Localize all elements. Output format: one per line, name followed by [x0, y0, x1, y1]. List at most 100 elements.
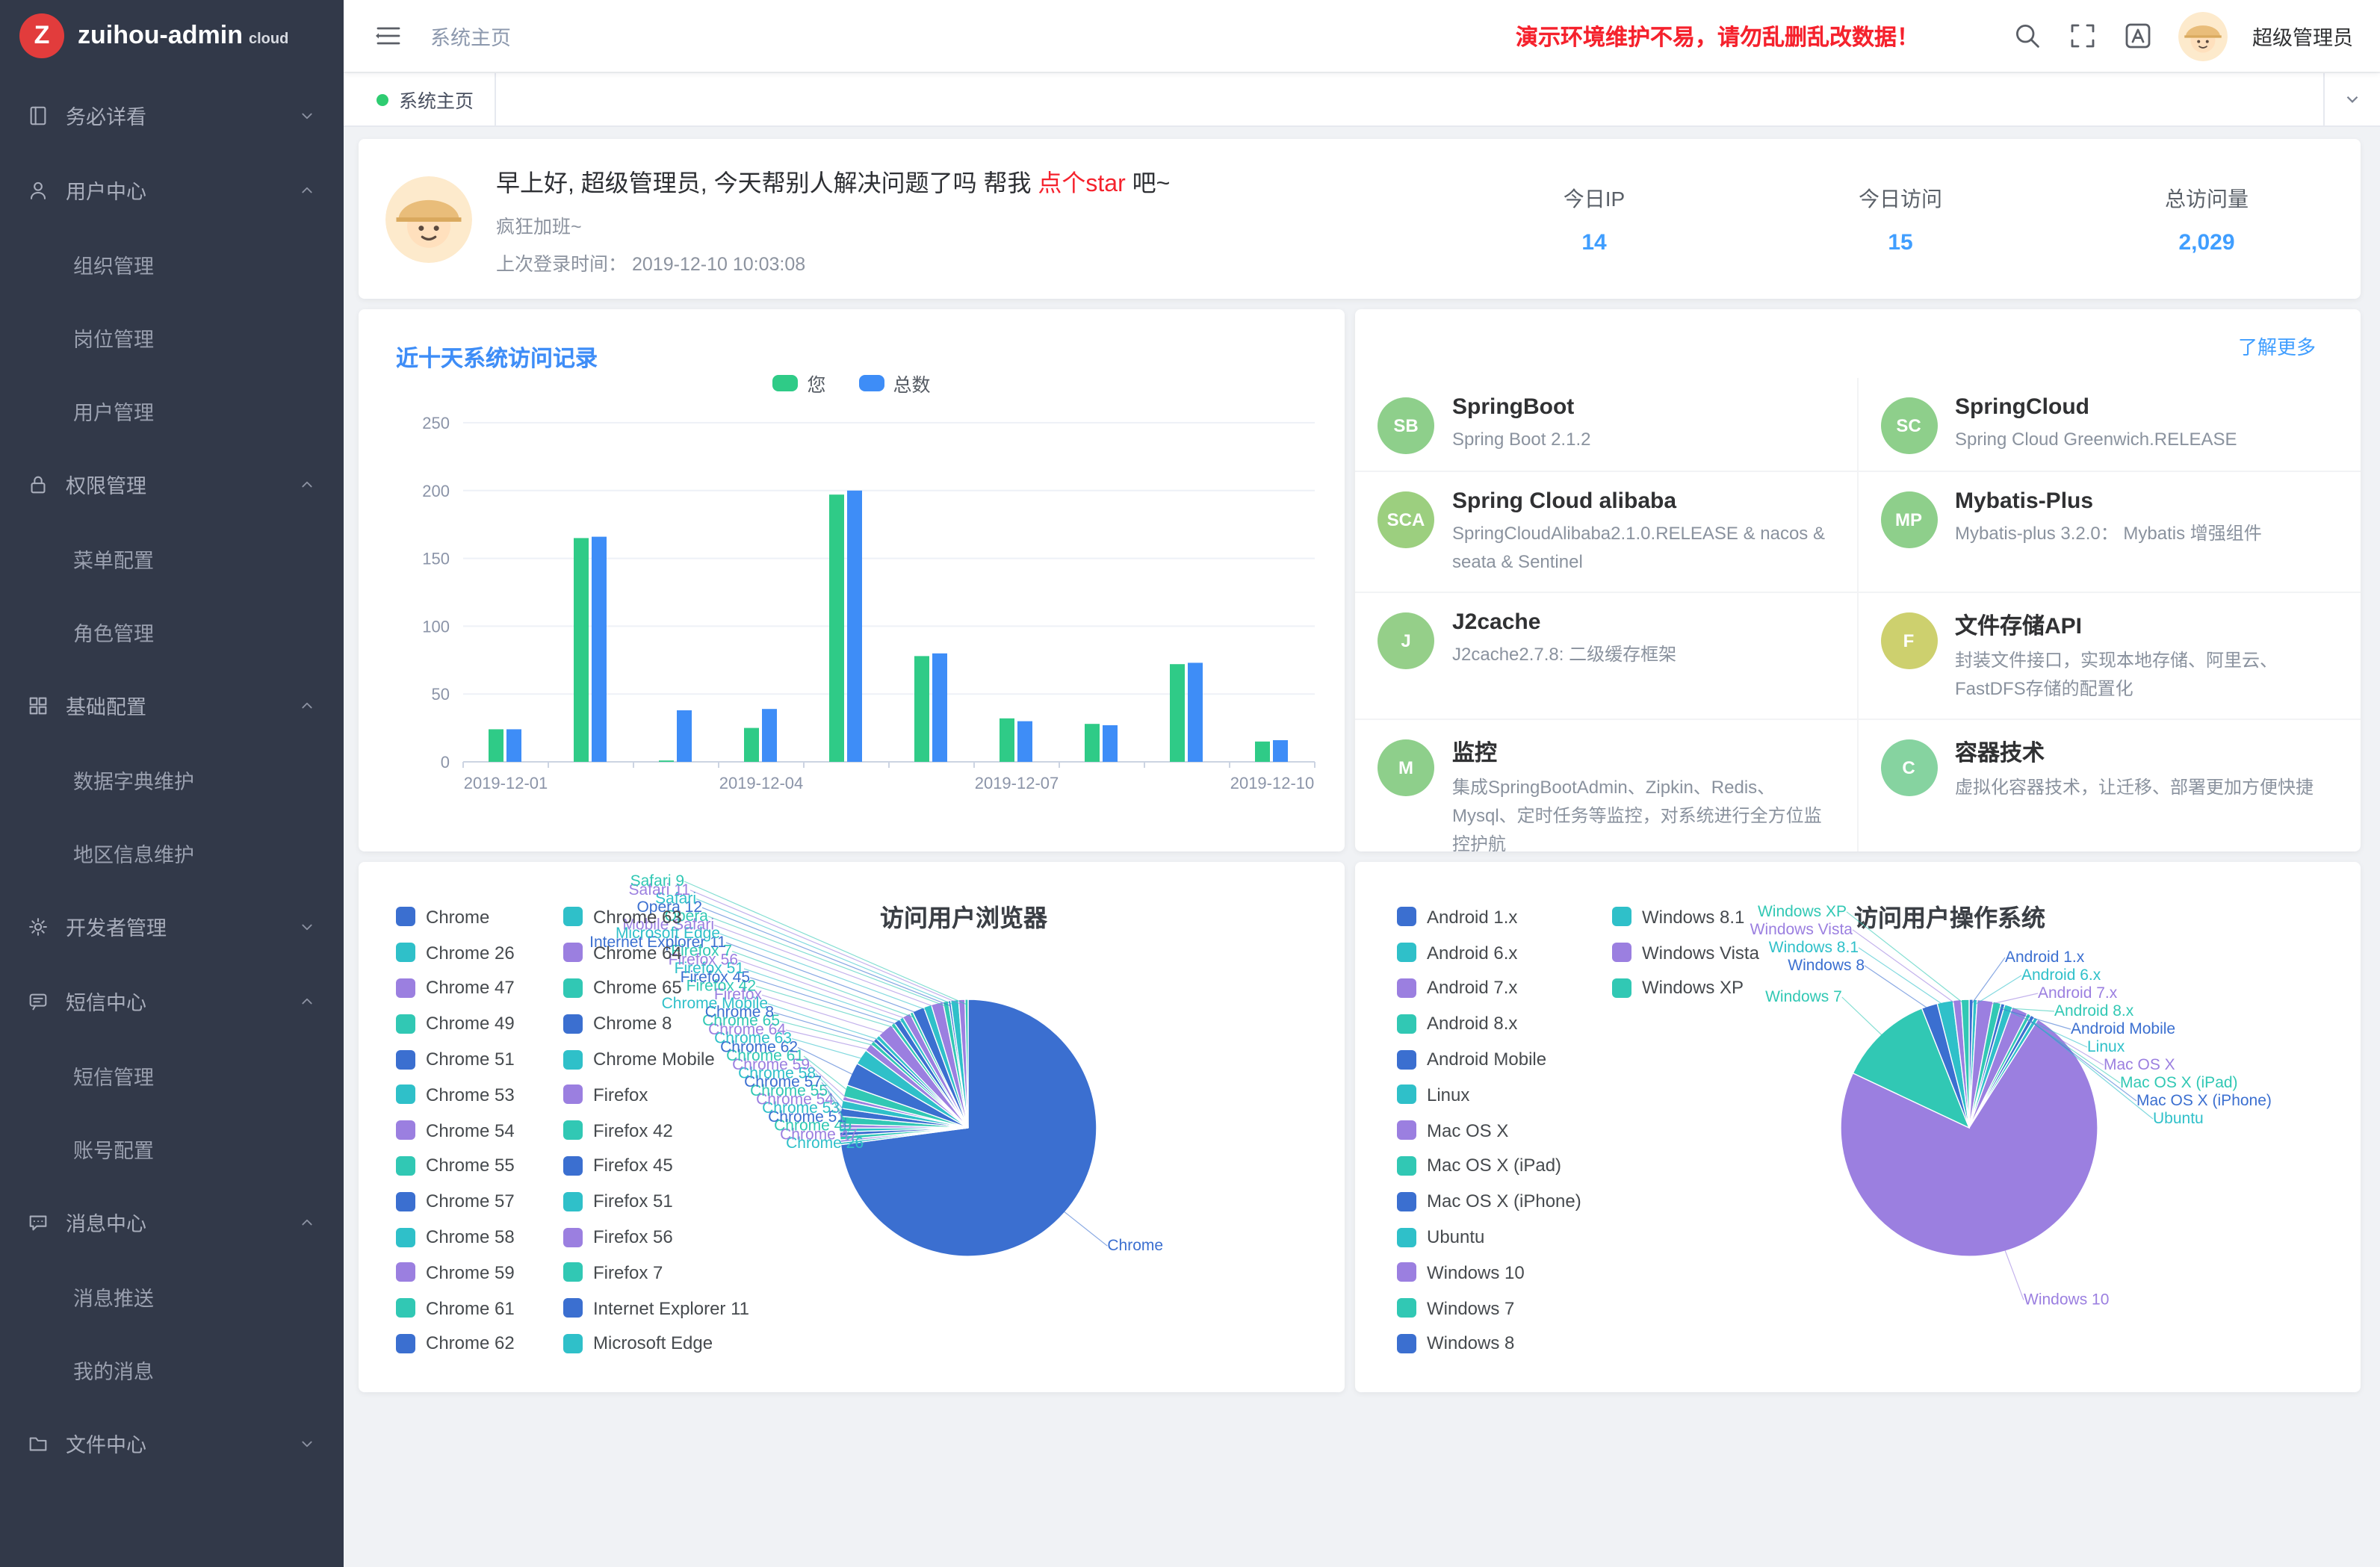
- sidebar-subitem[interactable]: 地区信息维护: [0, 816, 344, 889]
- search-icon[interactable]: [2012, 21, 2042, 51]
- legend-item[interactable]: Windows Vista: [1612, 935, 1827, 971]
- legend-item[interactable]: Firefox 7: [563, 1255, 731, 1291]
- legend-item[interactable]: Windows 10: [1397, 1255, 1612, 1291]
- bar-总数[interactable]: [932, 654, 947, 762]
- bar-总数[interactable]: [677, 710, 692, 762]
- tab-home[interactable]: 系统主页: [356, 73, 495, 125]
- legend-item[interactable]: Chrome 49: [396, 1006, 563, 1042]
- learn-more-link[interactable]: 了解更多: [2238, 332, 2316, 360]
- sidebar-subitem[interactable]: 菜单配置: [0, 521, 344, 595]
- sidebar-item-message-center[interactable]: 消息中心: [0, 1185, 344, 1259]
- sidebar-subitem[interactable]: 角色管理: [0, 595, 344, 668]
- legend-item[interactable]: Microsoft Edge: [563, 1326, 731, 1362]
- legend-item[interactable]: Chrome 63: [563, 899, 731, 935]
- legend-item[interactable]: Firefox 56: [563, 1219, 731, 1255]
- legend-item[interactable]: Windows 8: [1397, 1326, 1612, 1362]
- bar-总数[interactable]: [1273, 740, 1288, 762]
- bar-您[interactable]: [1085, 724, 1100, 762]
- sidebar-subitem[interactable]: 消息推送: [0, 1259, 344, 1332]
- tech-item-mp[interactable]: MPMybatis-PlusMybatis-plus 3.2.0： Mybati…: [1858, 472, 2361, 593]
- star-link[interactable]: 点个star: [1038, 171, 1125, 196]
- legend-item[interactable]: Windows 7: [1397, 1291, 1612, 1326]
- legend-item[interactable]: Chrome 55: [396, 1148, 563, 1184]
- tech-item-sca[interactable]: SCASpring Cloud alibabaSpringCloudAlibab…: [1355, 472, 1858, 593]
- bar-您[interactable]: [744, 728, 759, 762]
- legend-item[interactable]: Chrome 47: [396, 970, 563, 1006]
- legend-item[interactable]: Chrome 59: [396, 1255, 563, 1291]
- legend-item[interactable]: Chrome 57: [396, 1184, 563, 1220]
- legend-item[interactable]: Android 7.x: [1397, 970, 1612, 1006]
- legend-item[interactable]: Chrome 61: [396, 1291, 563, 1326]
- sidebar-item-file-center[interactable]: 文件中心: [0, 1406, 344, 1480]
- sidebar-subitem[interactable]: 账号配置: [0, 1111, 344, 1185]
- sidebar-item-user-center[interactable]: 用户中心: [0, 152, 344, 227]
- legend-item[interactable]: Chrome Mobile: [563, 1041, 731, 1077]
- bar-总数[interactable]: [1188, 663, 1203, 762]
- bar-总数[interactable]: [847, 491, 862, 762]
- sidebar-item-base-config[interactable]: 基础配置: [0, 668, 344, 742]
- legend-item[interactable]: Chrome 8: [563, 1006, 731, 1042]
- bar-总数[interactable]: [1017, 722, 1032, 762]
- bar-您[interactable]: [1170, 664, 1185, 762]
- legend-item[interactable]: Windows 8.1: [1612, 899, 1827, 935]
- sidebar-subitem[interactable]: 组织管理: [0, 227, 344, 300]
- legend-item[interactable]: Android Mobile: [1397, 1041, 1612, 1077]
- legend-item[interactable]: Mac OS X (iPad): [1397, 1148, 1612, 1184]
- tab-actions-button[interactable]: [2323, 73, 2380, 125]
- bar-您[interactable]: [574, 538, 589, 762]
- legend-item[interactable]: Ubuntu: [1397, 1219, 1612, 1255]
- legend-item[interactable]: Firefox 42: [563, 1113, 731, 1149]
- bar-总数[interactable]: [762, 709, 777, 762]
- sidebar-item-developer[interactable]: 开发者管理: [0, 889, 344, 964]
- sidebar-subitem[interactable]: 我的消息: [0, 1332, 344, 1406]
- menu-collapse-icon[interactable]: [374, 21, 403, 51]
- sidebar-item-sms-center[interactable]: 短信中心: [0, 964, 344, 1038]
- bar-您[interactable]: [1000, 719, 1014, 762]
- legend-item[interactable]: Chrome: [396, 899, 563, 935]
- legend-item[interactable]: Windows XP: [1612, 970, 1827, 1006]
- legend-item[interactable]: Chrome 51: [396, 1041, 563, 1077]
- bar-您[interactable]: [489, 729, 503, 762]
- legend-item[interactable]: Chrome 64: [563, 935, 731, 971]
- breadcrumb[interactable]: 系统主页: [430, 21, 511, 51]
- legend-item[interactable]: Firefox 45: [563, 1148, 731, 1184]
- user-avatar[interactable]: [2178, 11, 2227, 60]
- bar-您[interactable]: [1255, 742, 1270, 762]
- bar-您[interactable]: [914, 656, 929, 762]
- tech-item-j[interactable]: JJ2cacheJ2cache2.7.8: 二级缓存框架: [1355, 593, 1858, 720]
- legend-item[interactable]: Internet Explorer 11: [563, 1291, 731, 1326]
- bar-您[interactable]: [829, 494, 844, 762]
- legend-item[interactable]: Android 8.x: [1397, 1006, 1612, 1042]
- sidebar-subitem[interactable]: 岗位管理: [0, 300, 344, 373]
- legend-item[interactable]: Chrome 62: [396, 1326, 563, 1362]
- fullscreen-icon[interactable]: [2067, 21, 2097, 51]
- legend-item[interactable]: Chrome 65: [563, 970, 731, 1006]
- font-size-icon[interactable]: [2122, 21, 2152, 51]
- legend-item[interactable]: Mac OS X: [1397, 1113, 1612, 1149]
- sidebar-subitem[interactable]: 短信管理: [0, 1038, 344, 1111]
- tech-item-sc[interactable]: SCSpringCloudSpring Cloud Greenwich.RELE…: [1858, 378, 2361, 472]
- bar-您[interactable]: [659, 760, 674, 762]
- legend-item[interactable]: Chrome 53: [396, 1077, 563, 1113]
- sidebar-item-permission[interactable]: 权限管理: [0, 447, 344, 521]
- legend-item[interactable]: Android 6.x: [1397, 935, 1612, 971]
- legend-item[interactable]: Chrome 54: [396, 1113, 563, 1149]
- sidebar-item-must-read[interactable]: 务必详看: [0, 78, 344, 152]
- sidebar-subitem[interactable]: 数据字典维护: [0, 742, 344, 816]
- bar-总数[interactable]: [592, 537, 607, 762]
- logo[interactable]: Z zuihou-admincloud: [0, 0, 344, 72]
- bar-总数[interactable]: [1103, 725, 1118, 762]
- tech-item-f[interactable]: F文件存储API封装文件接口，实现本地存储、阿里云、FastDFS存储的配置化: [1858, 593, 2361, 720]
- bar-总数[interactable]: [506, 729, 521, 762]
- tech-item-sb[interactable]: SBSpringBootSpring Boot 2.1.2: [1355, 378, 1858, 472]
- tech-item-c[interactable]: C容器技术虚拟化容器技术，让迁移、部署更加方便快捷: [1858, 721, 2361, 851]
- tech-item-m[interactable]: M监控集成SpringBootAdmin、Zipkin、Redis、Mysql、…: [1355, 721, 1858, 851]
- legend-item[interactable]: Firefox: [563, 1077, 731, 1113]
- legend-item[interactable]: Firefox 51: [563, 1184, 731, 1220]
- legend-item[interactable]: Android 1.x: [1397, 899, 1612, 935]
- legend-item[interactable]: Mac OS X (iPhone): [1397, 1184, 1612, 1220]
- legend-item[interactable]: Linux: [1397, 1077, 1612, 1113]
- legend-item[interactable]: Chrome 26: [396, 935, 563, 971]
- legend-item[interactable]: Chrome 58: [396, 1219, 563, 1255]
- sidebar-subitem[interactable]: 用户管理: [0, 373, 344, 447]
